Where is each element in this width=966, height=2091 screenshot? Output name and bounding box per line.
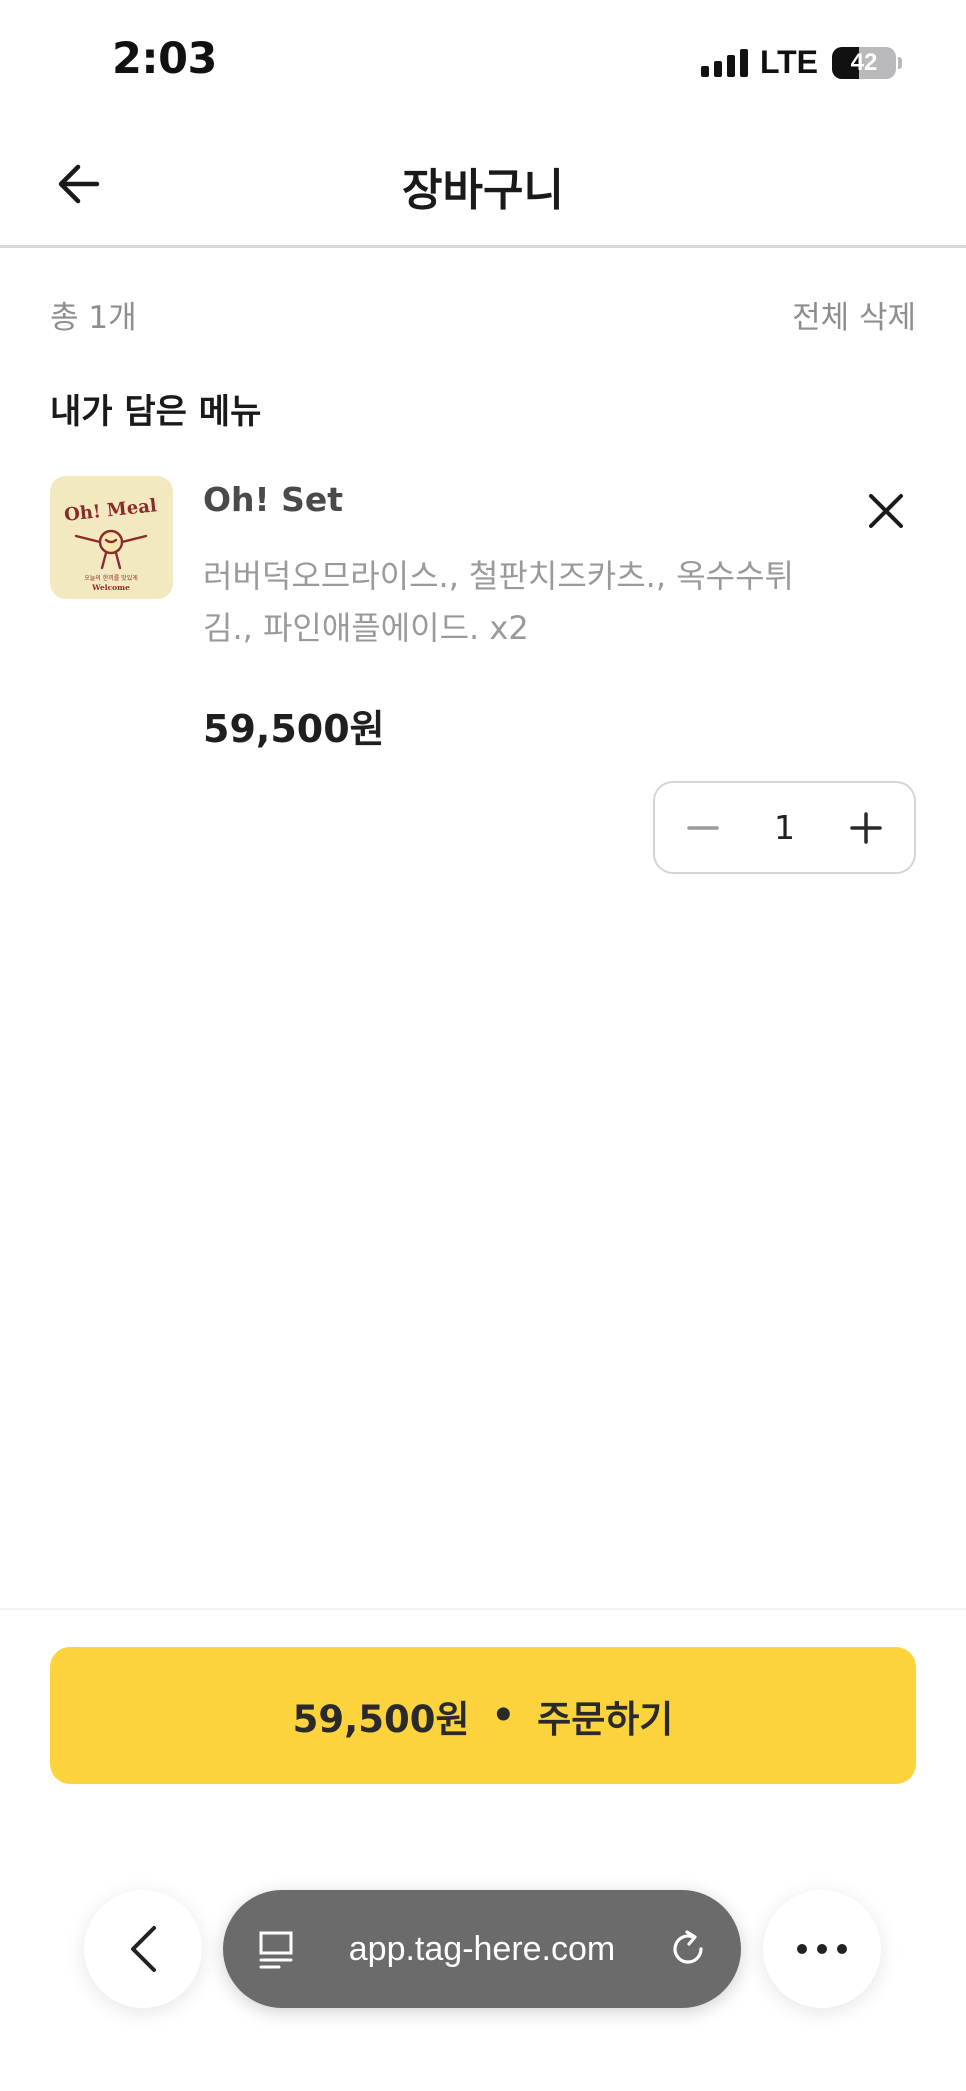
status-time: 2:03 [112,34,217,84]
plus-icon [850,811,882,844]
minus-icon [687,825,719,830]
reload-icon[interactable] [667,1928,709,1970]
battery-percent: 42 [850,48,878,76]
cart-page: 2:03 LTE 42 장바구니 총 1개 전체 삭제 내가 담은 메뉴 Oh!… [0,0,966,2091]
app-header: 장바구니 [0,120,966,248]
cart-summary: 총 1개 전체 삭제 [50,292,916,337]
url-text: app.tag-here.com [348,1929,616,1968]
increase-button[interactable] [846,808,886,848]
browser-toolbar: app.tag-here.com [0,1840,966,2091]
order-separator: • [491,1694,516,1737]
menu-thumbnail: Oh! Meal 오늘의 한끼를 맛있게 Welcome [50,476,173,599]
decrease-button[interactable] [683,808,723,848]
order-button[interactable]: 59,500원 • 주문하기 [50,1647,916,1784]
battery-cap [898,56,902,69]
signal-icon [700,48,748,77]
item-count: 총 1개 [50,300,137,336]
item-options: 러버덕오므라이스., 철판치즈카츠., 옥수수튀김., 파인애플에이드. x2 [203,557,794,647]
quantity-value: 1 [774,808,795,847]
section-title: 내가 담은 메뉴 [50,392,262,432]
clear-all-button[interactable]: 전체 삭제 [792,292,916,337]
network-label: LTE [759,44,818,80]
more-icon [797,1944,847,1954]
remove-item-button[interactable] [862,487,910,535]
status-bar: 2:03 LTE 42 [0,0,966,120]
status-indicators: LTE 42 [700,44,902,81]
item-price: 59,500원 [203,707,385,751]
quantity-stepper: 1 [653,781,916,874]
page-title: 장바구니 [402,165,564,216]
order-total: 59,500원 [292,1697,470,1741]
browser-back-button[interactable] [84,1890,202,2008]
reader-icon[interactable] [255,1927,297,1971]
bottom-divider [0,1608,966,1610]
thumbnail-tagline: 오늘의 한끼를 맛있게 [84,574,138,582]
item-name: Oh! Set [203,480,344,519]
close-icon [869,494,903,528]
address-bar[interactable]: app.tag-here.com [223,1890,741,2008]
order-label: 주문하기 [537,1697,674,1741]
chevron-left-icon [131,1926,156,1972]
oh-meal-logo: Oh! Meal 오늘의 한끼를 맛있게 Welcome [50,476,173,599]
battery-icon: 42 [832,46,896,79]
thumbnail-sign: Welcome [91,583,130,592]
more-button[interactable] [763,1890,881,2008]
